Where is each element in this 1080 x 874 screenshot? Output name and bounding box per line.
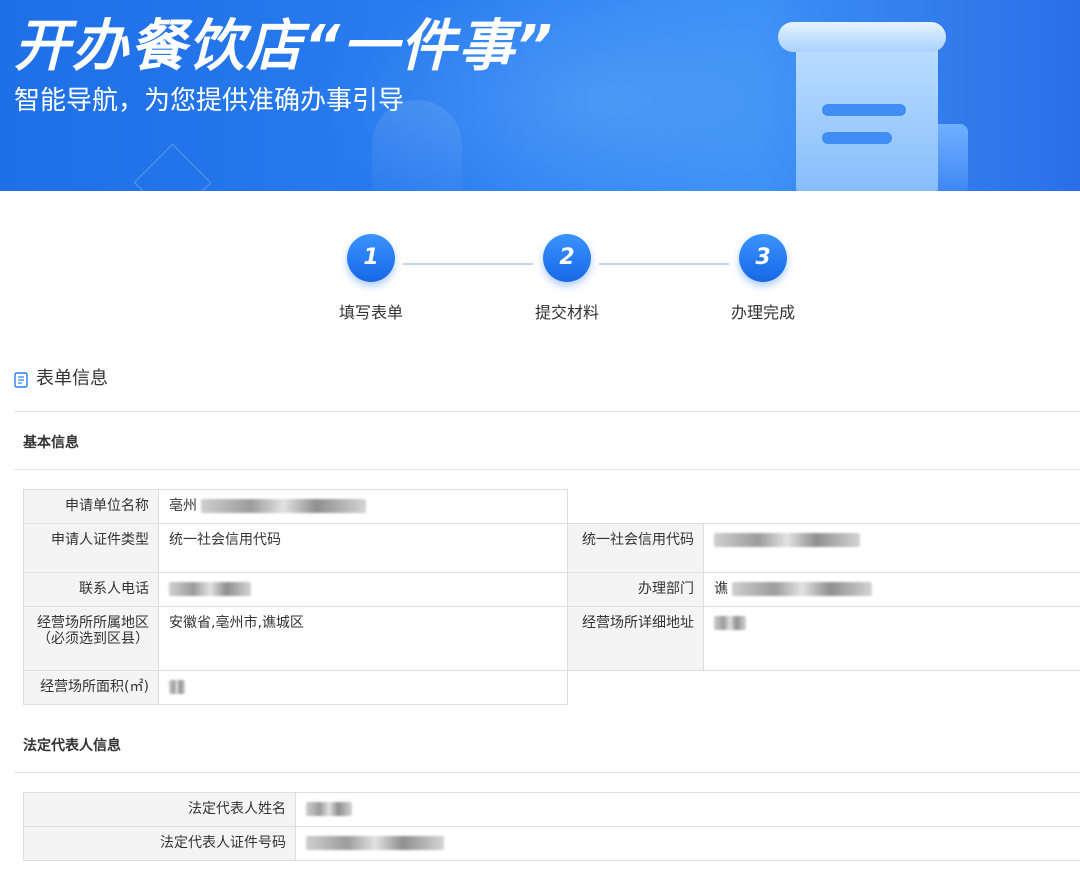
department-value: 谯 bbox=[703, 572, 1080, 607]
step-number-badge: 1 bbox=[347, 234, 395, 282]
unit-name-label: 申请单位名称 bbox=[23, 489, 159, 524]
redacted-text bbox=[732, 582, 873, 596]
contact-phone-label: 联系人电话 bbox=[23, 572, 159, 607]
unit-name-value: 亳州 bbox=[158, 489, 568, 524]
banner-diamond-decoration bbox=[133, 143, 212, 191]
divider bbox=[14, 469, 1080, 470]
area-label: 经营场所面积(㎡) bbox=[23, 670, 159, 705]
banner-title: 开办餐饮店“一件事” bbox=[14, 14, 555, 79]
contact-phone-value bbox=[158, 572, 568, 607]
address-value bbox=[703, 606, 1080, 671]
divider bbox=[14, 411, 1080, 412]
document-icon bbox=[14, 372, 28, 388]
redacted-text bbox=[306, 802, 352, 816]
area-value bbox=[158, 670, 568, 705]
redacted-text bbox=[169, 582, 251, 596]
redacted-text bbox=[201, 499, 367, 513]
step-submit-materials: 2 提交材料 bbox=[507, 234, 627, 324]
id-type-label: 申请人证件类型 bbox=[23, 523, 159, 573]
id-type-value: 统一社会信用代码 bbox=[158, 523, 568, 573]
legal-rep-id-value bbox=[295, 826, 1080, 861]
step-complete: 3 办理完成 bbox=[703, 234, 823, 324]
credit-code-value bbox=[703, 523, 1080, 573]
redacted-text bbox=[714, 533, 860, 547]
header-banner: 开办餐饮店“一件事” 智能导航，为您提供准确办事引导 bbox=[0, 0, 1080, 191]
section-title: 表单信息 bbox=[36, 368, 108, 389]
basic-info-title: 基本信息 bbox=[23, 435, 79, 451]
unit-name-text: 亳州 bbox=[169, 498, 197, 514]
step-number-badge: 2 bbox=[543, 234, 591, 282]
legal-rep-id-label: 法定代表人证件号码 bbox=[23, 826, 296, 861]
legal-rep-name-value bbox=[295, 792, 1080, 827]
credit-code-label: 统一社会信用代码 bbox=[567, 523, 704, 573]
step-label: 办理完成 bbox=[730, 303, 795, 322]
region-value: 安徽省,亳州市,谯城区 bbox=[158, 606, 568, 671]
redacted-text bbox=[306, 836, 444, 850]
progress-steps: 1 填写表单 2 提交材料 3 办理完成 bbox=[0, 234, 1080, 329]
step-label: 提交材料 bbox=[534, 303, 599, 322]
step-number-badge: 3 bbox=[739, 234, 787, 282]
region-label: 经营场所所属地区（必须选到区县） bbox=[23, 606, 159, 671]
redacted-text bbox=[169, 680, 185, 694]
department-label: 办理部门 bbox=[567, 572, 704, 607]
redacted-text bbox=[714, 616, 746, 630]
legal-rep-name-label: 法定代表人姓名 bbox=[23, 792, 296, 827]
department-text: 谯 bbox=[714, 581, 728, 597]
step-label: 填写表单 bbox=[338, 303, 403, 322]
address-label: 经营场所详细地址 bbox=[567, 606, 704, 671]
divider bbox=[14, 772, 1080, 773]
step-fill-form: 1 填写表单 bbox=[311, 234, 431, 324]
banner-subtitle: 智能导航，为您提供准确办事引导 bbox=[14, 86, 405, 116]
legal-rep-title: 法定代表人信息 bbox=[23, 738, 121, 754]
scroll-document-icon bbox=[770, 22, 970, 191]
